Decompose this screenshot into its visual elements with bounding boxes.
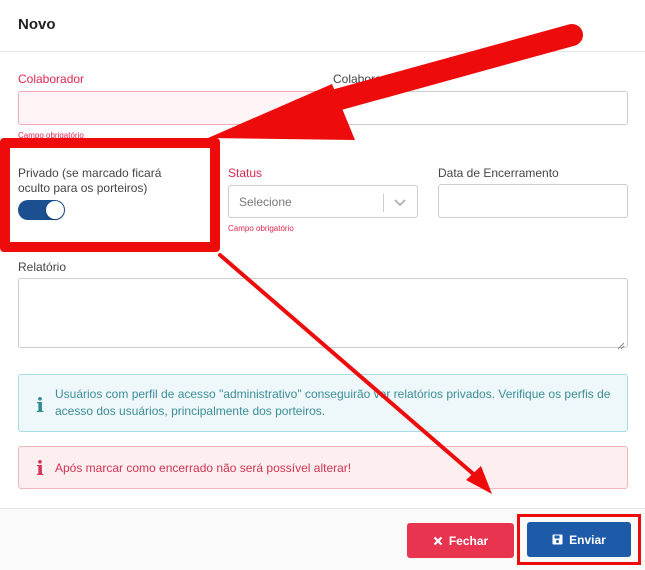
resize-grip-icon[interactable] bbox=[617, 337, 625, 350]
relatorio-label: Relatório bbox=[18, 260, 67, 274]
modal-header: Novo bbox=[0, 0, 645, 52]
fechar-button[interactable]: Fechar bbox=[407, 523, 514, 558]
relatorio-textarea[interactable] bbox=[18, 278, 628, 350]
status-error: Campo obrigatório bbox=[228, 224, 294, 233]
status-label: Status bbox=[228, 166, 263, 180]
danger-alert-text: Após marcar como encerrado não será poss… bbox=[55, 461, 352, 475]
exclamation-icon: i bbox=[36, 456, 44, 480]
chevron-down-icon[interactable] bbox=[391, 193, 409, 211]
colaborador-previo-input[interactable] bbox=[333, 91, 628, 125]
times-icon bbox=[433, 536, 443, 546]
data-encerramento-input[interactable] bbox=[438, 184, 628, 218]
info-alert: i Usuários com perfil de acesso "adminis… bbox=[18, 374, 628, 432]
danger-alert: i Após marcar como encerrado não será po… bbox=[18, 446, 628, 489]
data-encerramento-label: Data de Encerramento bbox=[438, 166, 559, 180]
modal-title: Novo bbox=[18, 16, 56, 33]
info-alert-text: Usuários com perfil de acesso "administr… bbox=[55, 387, 611, 418]
select-separator bbox=[383, 194, 384, 212]
annotation-highlight-box bbox=[0, 138, 220, 252]
colaborador-label: Colaborador bbox=[18, 72, 85, 86]
status-select[interactable]: Selecione bbox=[228, 185, 418, 218]
colaborador-input[interactable] bbox=[18, 91, 328, 125]
status-placeholder: Selecione bbox=[239, 195, 292, 209]
annotation-enviar-frame bbox=[517, 514, 641, 565]
colaborador-previo-label: Colaborador prévio bbox=[333, 72, 436, 86]
info-icon: i bbox=[36, 393, 44, 417]
fechar-label: Fechar bbox=[448, 533, 489, 548]
